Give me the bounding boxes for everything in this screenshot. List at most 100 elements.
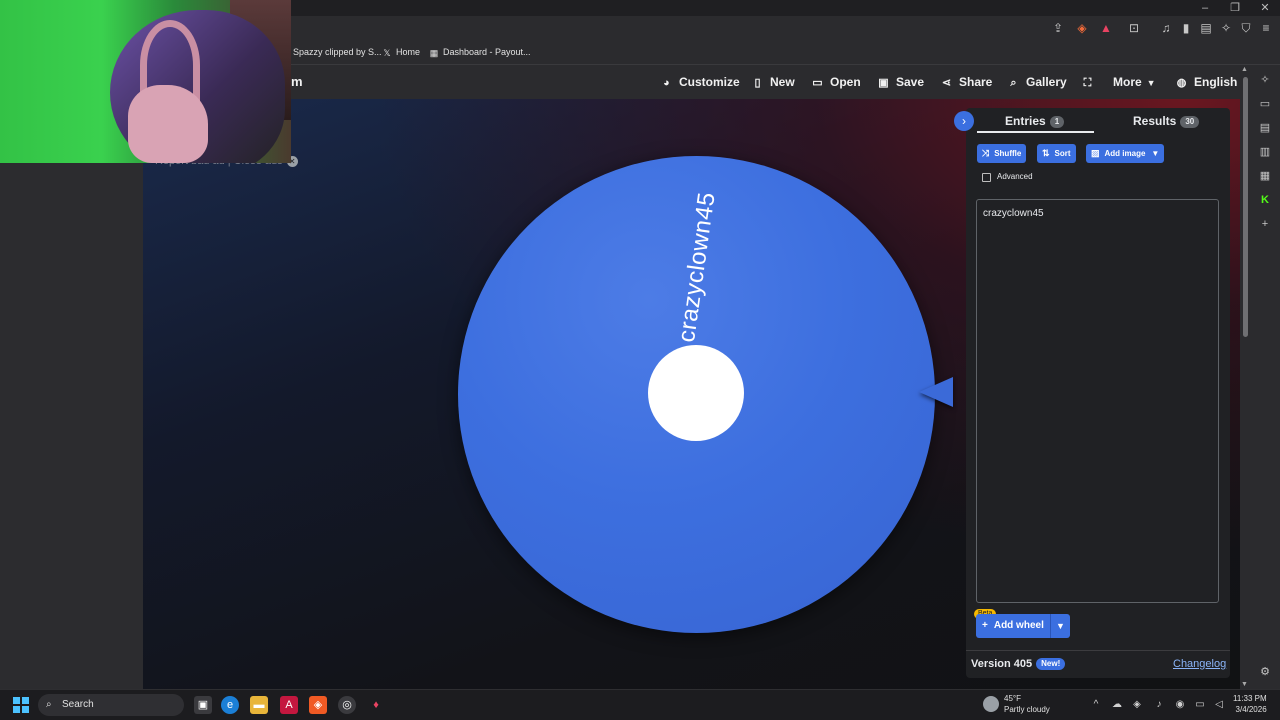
bookmark-item[interactable]: ▦ Dashboard - Payout... [429, 45, 531, 59]
chevron-down-icon: ▼ [1056, 621, 1065, 631]
tab-entries[interactable]: Entries 1 [1005, 114, 1065, 128]
image-icon: ▨ [1091, 148, 1100, 158]
fullscreen-icon: ⛶ [1083, 77, 1092, 89]
file-explorer-icon[interactable]: ▬ [250, 696, 268, 714]
advanced-label: Advanced [997, 172, 1033, 181]
divider [966, 650, 1230, 651]
network-icon[interactable]: ◉ [1173, 698, 1187, 712]
browser-sidebar: ✧ ▭ ▤ ▥ ▦ K + ⚙ [1250, 65, 1280, 689]
results-count-badge: 30 [1180, 116, 1200, 128]
minimize-icon[interactable]: – [1190, 0, 1220, 16]
active-tab-indicator [977, 131, 1094, 133]
customize-button[interactable]: ◕ Customize [660, 74, 740, 90]
sort-button[interactable]: ⇅ Sort [1037, 144, 1076, 163]
vpn-icon[interactable]: ⛉ [1238, 20, 1254, 36]
taskbar-search[interactable]: ⌕ Search [38, 694, 184, 716]
chevron-down-icon: ▼ [1146, 78, 1156, 88]
dashboard-icon: ▦ [429, 48, 439, 58]
shuffle-icon: ⤨ [982, 148, 990, 158]
search-icon: ⌕ [46, 699, 52, 710]
search-icon: ⌕ [1010, 77, 1017, 89]
more-button[interactable]: More ▼ [1113, 74, 1156, 90]
entries-count-badge: 1 [1049, 116, 1065, 128]
share-icon: ⋖ [941, 77, 952, 89]
reading-list-icon[interactable]: ▤ [1258, 121, 1272, 135]
leo-ai-icon[interactable]: ✧ [1218, 20, 1234, 36]
share-page-icon[interactable]: ⇪ [1050, 20, 1066, 36]
brave-rewards-icon[interactable]: ▲ [1098, 20, 1114, 36]
menu-icon[interactable]: ≡ [1258, 20, 1274, 36]
open-button[interactable]: ▭ Open [811, 74, 860, 90]
fullscreen-button[interactable]: ⛶ [1081, 74, 1100, 90]
scroll-down-icon[interactable]: ▼ [1241, 681, 1248, 688]
bookmark-item[interactable]: Spazzy clipped by S... [293, 45, 382, 59]
entries-panel: › Entries 1 Results 30 ⤨ Shuffle ⇅ Sort ▨ Add… [954, 108, 1230, 678]
windows-start-icon[interactable] [13, 697, 29, 713]
new-button[interactable]: ▯ New [751, 74, 794, 90]
share-button[interactable]: ⋖ Share [940, 74, 992, 90]
screenshot-icon[interactable]: ⊡ [1126, 20, 1142, 36]
wheel-center[interactable] [648, 345, 744, 441]
sort-icon: ⇅ [1042, 148, 1050, 158]
system-clock[interactable]: 11:33 PM 3/4/2026 [1233, 693, 1267, 715]
edge-icon[interactable]: e [221, 696, 239, 714]
shuffle-button[interactable]: ⤨ Shuffle [977, 144, 1027, 163]
floppy-icon: ▣ [878, 77, 889, 89]
gear-icon[interactable]: ⚙ [1258, 665, 1272, 679]
ad-sidebar [0, 99, 143, 689]
add-wheel-dropdown[interactable]: ▼ [1050, 614, 1070, 638]
site-logo[interactable]: m [291, 74, 303, 89]
webcam-overlay [0, 0, 291, 163]
chevron-right-icon: › [962, 114, 966, 128]
tab-results[interactable]: Results 30 [1133, 114, 1200, 128]
new-badge: New! [1036, 658, 1066, 670]
palette-icon: ◕ [663, 77, 670, 89]
entries-textarea[interactable]: crazyclown45 [976, 199, 1219, 603]
kick-icon[interactable]: K [1258, 193, 1272, 207]
leo-icon[interactable]: ✧ [1258, 73, 1272, 87]
taskbar: ⌕ Search ▣ e ▬ A ◈ ◎ ♦ 45°F Partly cloud… [0, 689, 1280, 720]
pin-app-icon[interactable]: ♦ [367, 696, 385, 714]
history-icon[interactable]: ▦ [1258, 169, 1272, 183]
battery-icon[interactable]: ▭ [1193, 698, 1207, 712]
scrollbar-thumb[interactable] [1243, 77, 1248, 337]
save-button[interactable]: ▣ Save [877, 74, 924, 90]
add-wheel-button[interactable]: + Add wheel [976, 614, 1050, 638]
bookmark-icon[interactable]: ▥ [1258, 145, 1272, 159]
scroll-up-icon[interactable]: ▲ [1241, 66, 1248, 73]
page-scrollbar[interactable]: ▲ ▼ [1240, 65, 1250, 689]
brave-shields-icon[interactable]: ◈ [1074, 20, 1090, 36]
media-icon[interactable]: ♫ [1158, 20, 1174, 36]
bookmark-item[interactable]: 𝕏 Home [382, 45, 420, 59]
sidebar-toggle-icon[interactable]: ▮ [1178, 20, 1194, 36]
microphone-icon[interactable]: ♪ [1152, 698, 1166, 712]
wheel-pointer-icon [919, 377, 953, 407]
gallery-button[interactable]: ⌕ Gallery [1007, 74, 1066, 90]
video-icon[interactable]: ▭ [1258, 97, 1272, 111]
chevron-up-icon[interactable]: ^ [1089, 698, 1103, 712]
restore-icon[interactable]: ❐ [1220, 0, 1250, 16]
volume-icon[interactable]: ◁ [1212, 698, 1226, 712]
x-logo-icon: 𝕏 [383, 48, 391, 58]
version-label: Version 405 New! [971, 658, 1066, 670]
webcam-hand [128, 85, 208, 163]
advanced-checkbox[interactable] [982, 173, 991, 182]
add-panel-icon[interactable]: + [1258, 217, 1272, 231]
globe-icon: ◍ [1176, 77, 1187, 89]
acrobat-icon[interactable]: A [280, 696, 298, 714]
file-icon: ▯ [754, 77, 761, 89]
chevron-down-icon: ▼ [1151, 149, 1160, 158]
add-image-button[interactable]: ▨ Add image ▼ [1086, 144, 1165, 163]
changelog-link[interactable]: Changelog [1173, 658, 1226, 670]
onedrive-icon[interactable]: ☁ [1110, 698, 1124, 712]
close-icon[interactable]: ✕ [1250, 0, 1280, 16]
brave-icon[interactable]: ◈ [309, 696, 327, 714]
weather-icon [983, 696, 999, 712]
collapse-panel-button[interactable]: › [954, 111, 974, 131]
tray-app-icon[interactable]: ◈ [1130, 698, 1144, 712]
wallet-icon[interactable]: ▤ [1198, 20, 1214, 36]
task-view-icon[interactable]: ▣ [194, 696, 212, 714]
plus-icon: + [982, 620, 988, 631]
obs-icon[interactable]: ◎ [338, 696, 356, 714]
language-button[interactable]: ◍ English [1175, 74, 1238, 90]
